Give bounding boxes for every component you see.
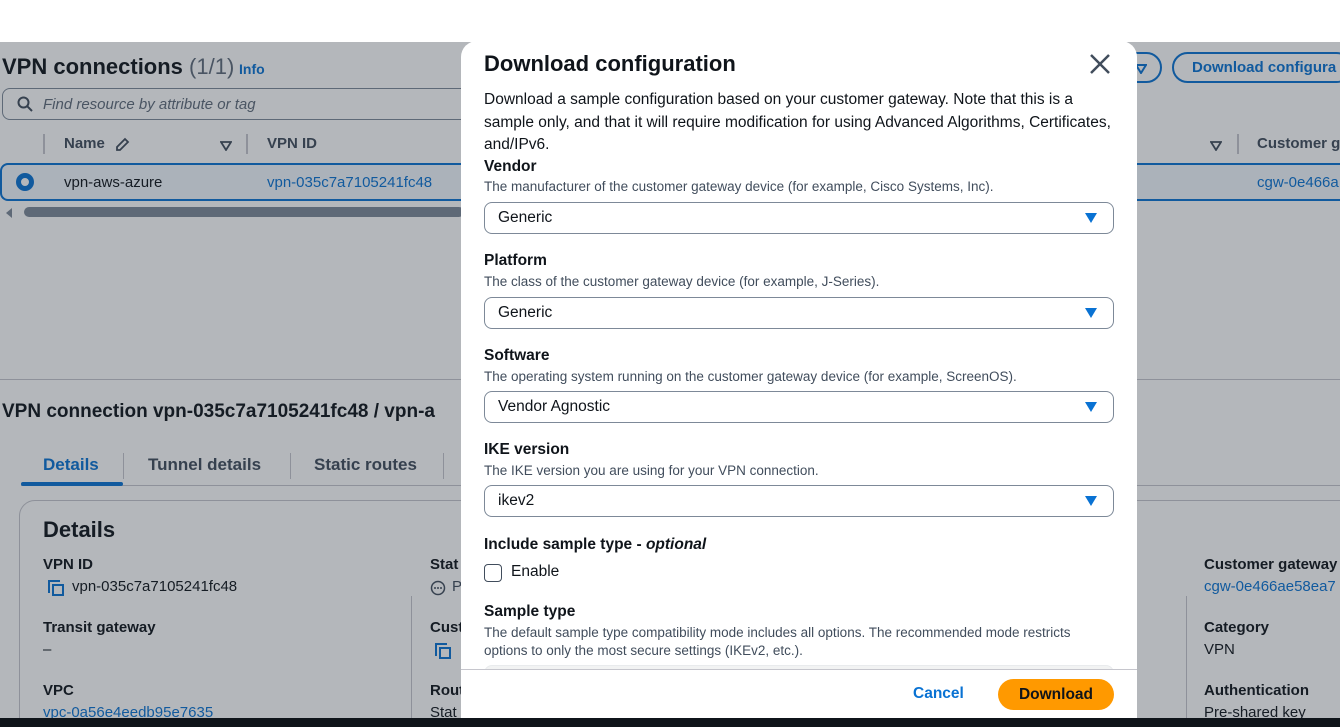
caret-down-icon <box>1085 402 1097 412</box>
top-navigation-bar <box>0 0 1340 42</box>
sample-type-label: Sample type <box>484 603 576 620</box>
caret-down-icon <box>1085 213 1097 223</box>
platform-select[interactable]: Generic <box>484 297 1114 329</box>
dialog-description: Download a sample configuration based on… <box>484 91 1111 153</box>
vendor-select[interactable]: Generic <box>484 202 1114 234</box>
cancel-button[interactable]: Cancel <box>913 685 964 703</box>
ike-version-select[interactable]: ikev2 <box>484 485 1114 517</box>
vendor-label: Vendor <box>484 158 537 175</box>
caret-down-icon <box>1085 308 1097 318</box>
bottom-bar <box>0 718 1340 727</box>
ike-version-label: IKE version <box>484 441 570 458</box>
platform-description: The class of the customer gateway device… <box>484 274 880 289</box>
vendor-selected-value: Generic <box>498 209 553 226</box>
caret-down-icon <box>1085 496 1097 506</box>
download-button[interactable]: Download <box>998 679 1114 710</box>
dialog-title: Download configuration <box>484 51 736 76</box>
software-label: Software <box>484 347 550 364</box>
optional-tag: optional <box>645 536 707 553</box>
ike-version-selected-value: ikev2 <box>498 492 535 509</box>
software-selected-value: Vendor Agnostic <box>498 398 611 415</box>
download-configuration-dialog: Download configuration Download a sample… <box>461 41 1137 718</box>
enable-checkbox[interactable] <box>484 564 502 582</box>
platform-label: Platform <box>484 252 547 269</box>
enable-checkbox-label[interactable]: Enable <box>511 563 559 581</box>
software-description: The operating system running on the cust… <box>484 369 1017 384</box>
dialog-footer: Cancel Download <box>461 669 1137 718</box>
sample-type-description: The default sample type compatibility mo… <box>484 625 1071 658</box>
software-select[interactable]: Vendor Agnostic <box>484 391 1114 423</box>
ike-version-description: The IKE version you are using for your V… <box>484 463 819 478</box>
vendor-description: The manufacturer of the customer gateway… <box>484 179 994 194</box>
platform-selected-value: Generic <box>498 304 553 321</box>
close-icon[interactable] <box>1087 51 1113 77</box>
include-sample-type-label: Include sample type - optional <box>484 536 707 553</box>
